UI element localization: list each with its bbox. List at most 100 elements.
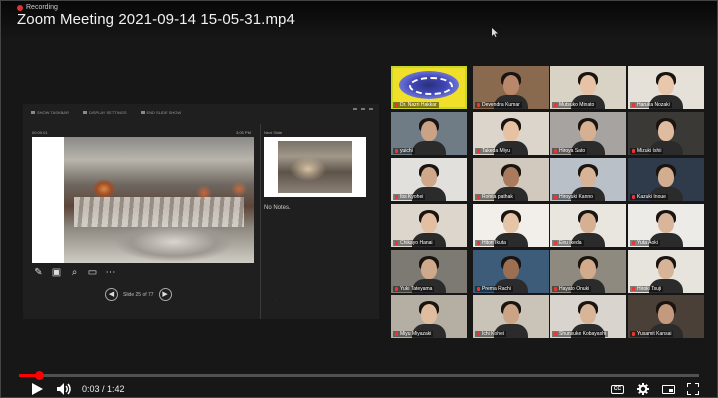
participant-name-text: Chikayo Hanai (400, 240, 433, 246)
participant-tile[interactable]: Ichi Kohei (473, 295, 549, 338)
participant-name: Prema Rachi (475, 286, 513, 292)
participant-name: Ichi Kohei (475, 331, 506, 337)
participant-tile[interactable]: Shunsuke Kobayashi (550, 295, 626, 338)
muted-mic-icon (632, 332, 635, 336)
muted-mic-icon (632, 195, 635, 199)
participant-face (580, 121, 596, 141)
participant-face (421, 121, 437, 141)
participant-tile[interactable]: Dr. Nazri Hakkar (391, 66, 467, 109)
participant-name-text: Yuta Aoki (637, 240, 658, 246)
participant-tile[interactable]: Yusamit Kansai (628, 295, 704, 338)
progress-bar[interactable] (19, 371, 699, 380)
next-slide-icon[interactable]: ▶ (158, 288, 172, 301)
muted-mic-icon (395, 332, 398, 336)
participant-name-text: Dr. Nazri Hakkar (400, 102, 437, 108)
show-taskbar-button[interactable]: SHOW TASKBAR (31, 110, 69, 115)
participant-name-text: Hiroya Sato (559, 148, 586, 154)
restore-icon[interactable] (361, 108, 365, 110)
participant-tile[interactable]: Miyu Miyazaki (391, 295, 467, 338)
video-player[interactable]: Recording Zoom Meeting 2021-09-14 15-05-… (0, 0, 718, 398)
close-icon[interactable] (369, 108, 373, 110)
participant-name-text: Yuki Tateyama (400, 286, 433, 292)
participant-face (580, 259, 596, 279)
participant-name-text: Mutsuko Minato (559, 102, 595, 108)
participant-name: Kazuki Inoue (630, 194, 668, 200)
current-slide (32, 137, 254, 263)
volume-icon[interactable] (57, 383, 72, 395)
participant-name: Hayato Onuki (552, 286, 592, 292)
slides-icon[interactable]: ▣ (51, 267, 62, 278)
pane-divider[interactable] (260, 124, 261, 319)
participant-name: Shunsuke Kobayashi (552, 331, 608, 337)
participant-name-text: Ichi Kohei (482, 331, 504, 337)
next-slide-photo (278, 141, 352, 193)
participant-name: Mutsuko Minato (552, 102, 597, 108)
participant-name: Yuki Tateyama (393, 286, 435, 292)
participant-tile[interactable]: Rohita pathak (473, 158, 549, 201)
muted-mic-icon (477, 241, 480, 245)
participant-name-text: Itoi Kyohei (400, 194, 424, 200)
participant-tile[interactable]: yuichi (391, 112, 467, 155)
end-slideshow-button[interactable]: END SLIDE SHOW (140, 110, 181, 115)
participant-face (658, 304, 674, 324)
video-title[interactable]: Zoom Meeting 2021-09-14 15-05-31.mp4 (17, 11, 295, 28)
participant-tile[interactable]: Devendra Kumar (473, 66, 549, 109)
play-icon[interactable] (32, 383, 43, 395)
participant-tile[interactable]: Hiroya Sato (550, 112, 626, 155)
more-options-icon[interactable]: ⋯ (105, 267, 116, 278)
gear-icon[interactable] (637, 383, 649, 395)
cave-photo (64, 137, 254, 263)
muted-mic-icon (395, 195, 398, 199)
slide-counter: Slide 25 of 77 (123, 291, 154, 298)
participant-name: Miyu Miyazaki (393, 331, 434, 337)
participant-tile[interactable]: Prema Rachi (473, 250, 549, 293)
participant-name-text: Eiru Ikeda (559, 240, 582, 246)
participant-tile[interactable]: Hitori Ikuta (473, 204, 549, 247)
participant-name-text: yuichi (400, 148, 413, 154)
participant-tile[interactable]: Itoi Kyohei (391, 158, 467, 201)
participant-tile[interactable]: Hiroyuki Kanno (550, 158, 626, 201)
muted-mic-icon (477, 287, 480, 291)
notes-resize-handle[interactable]: · · · (269, 298, 285, 303)
participant-tile[interactable]: Yuki Tateyama (391, 250, 467, 293)
display-settings-button[interactable]: DISPLAY SETTINGS (82, 110, 127, 115)
participant-name: Haruka Nozaki (630, 102, 672, 108)
captions-button[interactable]: CC (611, 385, 624, 394)
recording-label: Recording (26, 4, 58, 11)
participant-face (658, 259, 674, 279)
participant-tile[interactable]: Takeda Miyu (473, 112, 549, 155)
muted-mic-icon (554, 149, 557, 153)
next-slide-preview (264, 137, 366, 197)
participant-tile[interactable]: Chikayo Hanai (391, 204, 467, 247)
participant-name: yuichi (393, 148, 415, 154)
pen-icon[interactable]: ✎ (33, 267, 44, 278)
participant-tile[interactable]: Eiru Ikeda (550, 204, 626, 247)
participant-tile[interactable]: Hiroki Tsuji (628, 250, 704, 293)
participant-tile[interactable]: Mutsuko Minato (550, 66, 626, 109)
previous-slide-icon[interactable]: ◀ (105, 288, 118, 301)
recording-badge: Recording (17, 4, 58, 11)
zoom-icon[interactable]: ⌕ (69, 267, 80, 278)
participant-name-text: Haruka Nozaki (637, 102, 670, 108)
participant-name: Yuta Aoki (630, 240, 660, 246)
camera-icon[interactable]: ▭ (87, 267, 98, 278)
muted-mic-icon (395, 241, 398, 245)
participant-name: Mizuki Ishii (630, 148, 664, 154)
participant-face (658, 213, 674, 233)
participant-name-text: Prema Rachi (482, 286, 511, 292)
player-controls: 0:03 / 1:42 CC (1, 379, 717, 398)
muted-mic-icon (554, 195, 557, 199)
participant-tile[interactable]: Mizuki Ishii (628, 112, 704, 155)
fullscreen-icon[interactable] (687, 383, 699, 395)
miniplayer-icon[interactable] (662, 385, 675, 394)
participant-tile[interactable]: Hayato Onuki (550, 250, 626, 293)
participant-name-text: Miyu Miyazaki (400, 331, 432, 337)
minimize-icon[interactable] (353, 108, 357, 110)
participant-tile[interactable]: Haruka Nozaki (628, 66, 704, 109)
participant-name-text: Yusamit Kansai (637, 331, 672, 337)
slide-timer: 00:00:01 (32, 130, 48, 135)
participant-tile[interactable]: Yuta Aoki (628, 204, 704, 247)
participant-face (580, 167, 596, 187)
participant-tile[interactable]: Kazuki Inoue (628, 158, 704, 201)
muted-mic-icon (632, 287, 635, 291)
